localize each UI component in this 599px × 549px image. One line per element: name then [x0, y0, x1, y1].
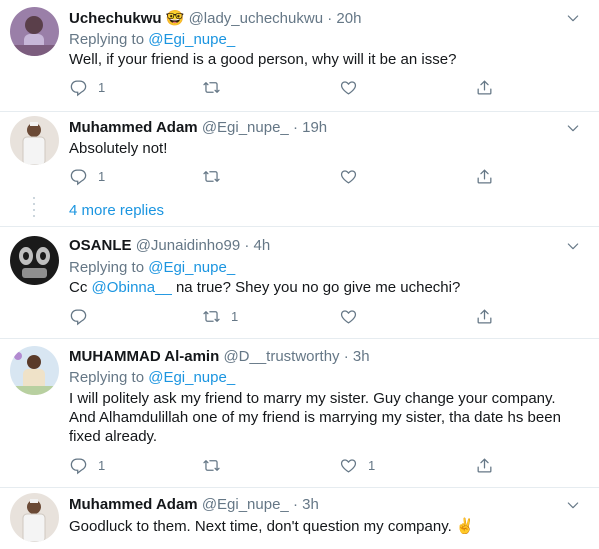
share-icon	[475, 167, 494, 186]
share-icon	[475, 456, 494, 475]
timestamp[interactable]: · 3h	[293, 496, 319, 513]
retweet-icon	[202, 307, 221, 326]
tweet-actions: 1 1	[69, 456, 509, 476]
reply-count: 1	[98, 169, 106, 184]
replying-handle[interactable]: @Egi_nupe_	[148, 369, 235, 386]
user-handle[interactable]: @lady_uchechukwu	[189, 10, 323, 27]
tweet[interactable]: Muhammed Adam @Egi_nupe_ · 3h Goodluck t…	[0, 488, 599, 549]
reply-button[interactable]: 1	[69, 456, 105, 475]
user-handle[interactable]: @D__trustworthy	[223, 348, 339, 365]
like-button[interactable]: 1	[339, 456, 375, 475]
share-button[interactable]	[475, 307, 494, 326]
retweet-count: 1	[231, 309, 239, 324]
share-icon	[475, 307, 494, 326]
replying-to: Replying to @Egi_nupe_	[69, 259, 235, 276]
tweet-header: Muhammed Adam @Egi_nupe_ · 19h	[69, 119, 327, 136]
chevron-down-icon[interactable]	[565, 238, 581, 254]
display-name[interactable]: MUHAMMAD Al-amin	[69, 348, 219, 365]
timestamp[interactable]: · 19h	[293, 119, 327, 136]
timestamp[interactable]: · 20h	[327, 10, 361, 27]
share-icon	[475, 78, 494, 97]
avatar[interactable]	[10, 236, 59, 285]
like-button[interactable]	[339, 167, 368, 186]
display-name[interactable]: Muhammed Adam	[69, 496, 198, 513]
reply-button[interactable]: 1	[69, 167, 105, 186]
display-name[interactable]: Uchechukwu	[69, 10, 162, 27]
tweet-header: OSANLE @Junaidinho99 · 4h	[69, 237, 270, 254]
tweet[interactable]: Muhammed Adam @Egi_nupe_ · 19h Absolutel…	[0, 111, 599, 227]
text-prefix: Cc	[69, 279, 92, 296]
avatar[interactable]	[10, 116, 59, 165]
avatar[interactable]	[10, 493, 59, 542]
retweet-button[interactable]: 1	[202, 307, 238, 326]
like-icon	[339, 307, 358, 326]
tweet-text: Cc @Obinna__ na true? Shey you no go giv…	[69, 278, 569, 297]
replying-label: Replying to	[69, 31, 145, 48]
retweet-icon	[202, 456, 221, 475]
chevron-down-icon[interactable]	[565, 120, 581, 136]
thread-dots	[33, 195, 36, 219]
reply-icon	[69, 167, 88, 186]
tweet-actions: 1	[69, 307, 509, 327]
retweet-icon	[202, 167, 221, 186]
replying-label: Replying to	[69, 259, 145, 276]
tweet-actions: 1	[69, 167, 509, 187]
timestamp[interactable]: · 4h	[244, 237, 270, 254]
tweet-text: Absolutely not!	[69, 140, 168, 157]
more-replies-link[interactable]: 4 more replies	[69, 202, 164, 219]
chevron-down-icon[interactable]	[565, 10, 581, 26]
avatar[interactable]	[10, 7, 59, 56]
user-handle[interactable]: @Junaidinho99	[136, 237, 240, 254]
tweet-header: MUHAMMAD Al-amin @D__trustworthy · 3h	[69, 348, 370, 365]
tweet[interactable]: OSANLE @Junaidinho99 · 4h Replying to @E…	[0, 227, 599, 339]
tweet-actions: 1	[69, 78, 509, 98]
replying-handle[interactable]: @Egi_nupe_	[148, 259, 235, 276]
tweet-text: I will politely ask my friend to marry m…	[69, 390, 561, 445]
retweet-button[interactable]	[202, 456, 231, 475]
share-button[interactable]	[475, 167, 494, 186]
retweet-button[interactable]	[202, 78, 231, 97]
user-handle[interactable]: @Egi_nupe_	[202, 119, 289, 136]
replying-handle[interactable]: @Egi_nupe_	[148, 31, 235, 48]
like-button[interactable]	[339, 307, 368, 326]
mention-link[interactable]: @Obinna__	[92, 279, 172, 296]
reply-icon	[69, 307, 88, 326]
tweet-header: Uchechukwu 🤓 @lady_uchechukwu · 20h	[69, 9, 361, 27]
reply-count: 1	[98, 458, 106, 473]
like-icon	[339, 78, 358, 97]
replying-label: Replying to	[69, 369, 145, 386]
reply-icon	[69, 78, 88, 97]
reply-count: 1	[98, 80, 106, 95]
share-button[interactable]	[475, 78, 494, 97]
replying-to: Replying to @Egi_nupe_	[69, 31, 235, 48]
reply-button[interactable]: 1	[69, 78, 105, 97]
chevron-down-icon[interactable]	[565, 497, 581, 513]
reply-button[interactable]	[69, 307, 98, 326]
share-button[interactable]	[475, 456, 494, 475]
like-count: 1	[368, 458, 376, 473]
tweet[interactable]: MUHAMMAD Al-amin @D__trustworthy · 3h Re…	[0, 339, 599, 488]
text-suffix: na true? Shey you no go give me uchechi?	[171, 279, 461, 296]
display-name[interactable]: OSANLE	[69, 237, 132, 254]
like-icon	[339, 456, 358, 475]
retweet-icon	[202, 78, 221, 97]
display-name[interactable]: Muhammed Adam	[69, 119, 198, 136]
avatar[interactable]	[10, 346, 59, 395]
tweet-header: Muhammed Adam @Egi_nupe_ · 3h	[69, 496, 319, 513]
retweet-button[interactable]	[202, 167, 231, 186]
like-button[interactable]	[339, 78, 368, 97]
user-handle[interactable]: @Egi_nupe_	[202, 496, 289, 513]
like-icon	[339, 167, 358, 186]
tweet-text: Goodluck to them. Next time, don't quest…	[69, 518, 475, 535]
replying-to: Replying to @Egi_nupe_	[69, 369, 235, 386]
reply-icon	[69, 456, 88, 475]
nerd-face-emoji: 🤓	[165, 10, 185, 27]
timestamp[interactable]: · 3h	[344, 348, 370, 365]
tweet-text: Well, if your friend is a good person, w…	[69, 51, 457, 68]
tweet[interactable]: Uchechukwu 🤓 @lady_uchechukwu · 20h Repl…	[0, 0, 599, 112]
